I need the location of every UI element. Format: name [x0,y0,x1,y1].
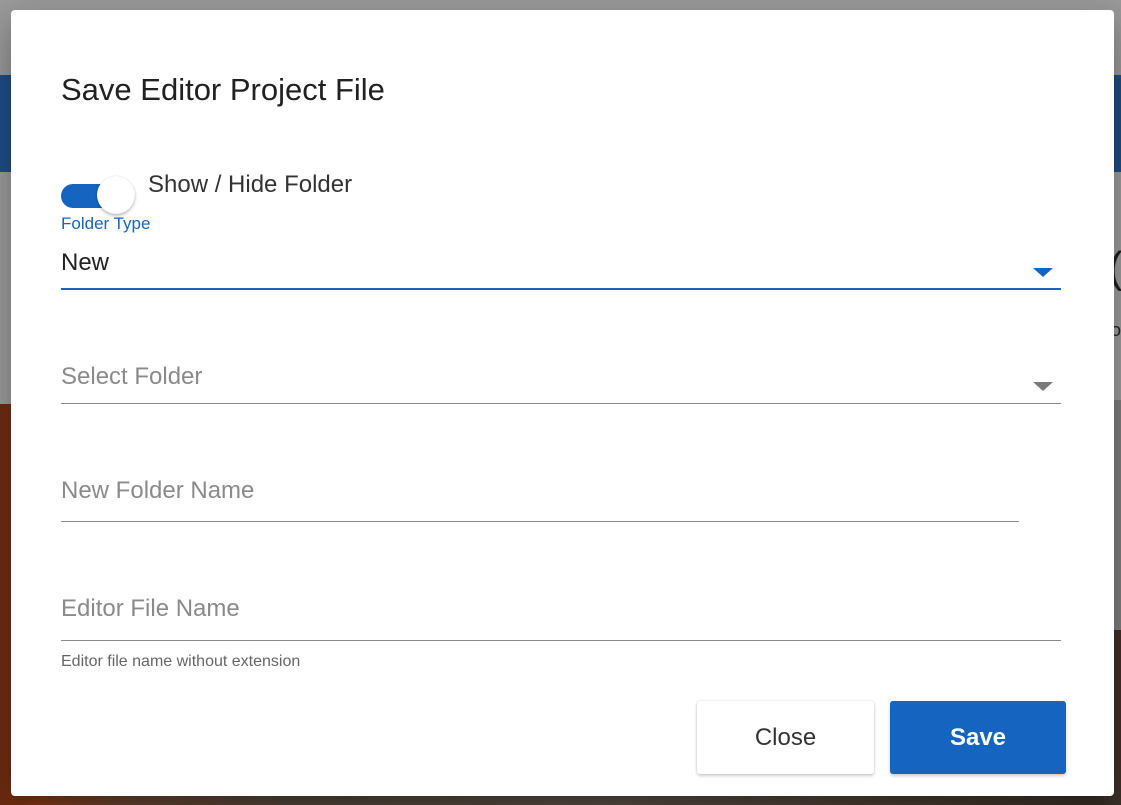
caret-down-icon[interactable] [1033,268,1053,277]
new-folder-name-underline [61,521,1019,522]
close-button[interactable]: Close [697,701,874,774]
editor-file-name-hint: Editor file name without extension [61,653,301,670]
new-folder-name-placeholder[interactable]: New Folder Name [61,477,254,505]
toggle-label: Show / Hide Folder [148,171,353,198]
folder-type-label: Folder Type [61,214,151,233]
folder-type-underline [61,288,1061,290]
save-button[interactable]: Save [890,701,1066,774]
editor-file-name-underline [61,640,1061,641]
select-folder-underline [61,403,1061,404]
editor-file-name-placeholder[interactable]: Editor File Name [61,595,240,623]
toggle-thumb[interactable] [97,176,135,214]
caret-down-icon[interactable] [1033,382,1053,391]
dialog-title: Save Editor Project File [61,72,385,107]
select-folder-placeholder[interactable]: Select Folder [61,363,202,391]
folder-type-value[interactable]: New [61,249,109,277]
show-hide-folder-toggle[interactable] [61,173,135,219]
save-project-dialog: Save Editor Project File Show / Hide Fol… [11,10,1114,796]
